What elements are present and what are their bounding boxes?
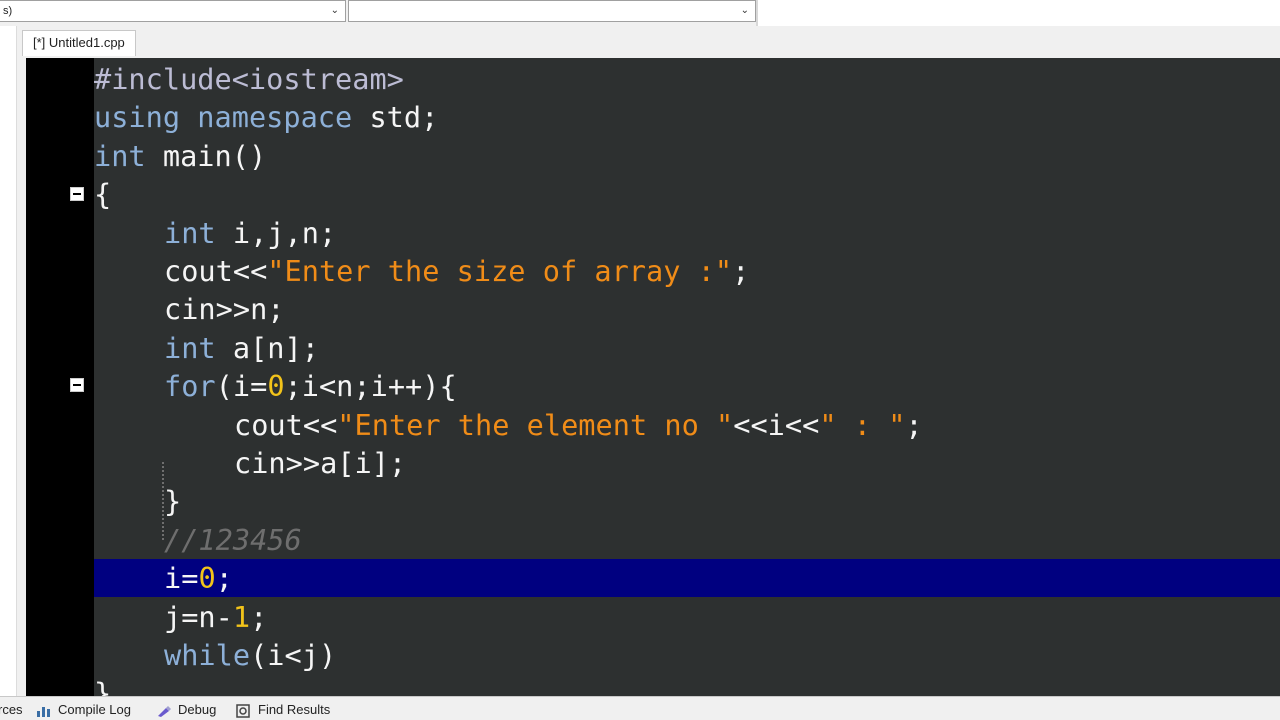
scope-combo[interactable]: s) ⌄ xyxy=(0,0,346,22)
code-token: while xyxy=(164,638,251,672)
code-token: cin>>n; xyxy=(164,292,285,327)
code-line[interactable]: using namespace std; xyxy=(94,98,1280,136)
code-token: int xyxy=(164,215,233,250)
code-line[interactable]: //123456 xyxy=(94,521,1280,559)
code-token: "Enter the size of array :" xyxy=(267,254,733,288)
tab-compile-log-label: Compile Log xyxy=(58,702,131,717)
code-token: namespace xyxy=(197,100,370,135)
code-line[interactable]: } xyxy=(94,674,1280,696)
editor-tabstrip: [*] Untitled1.cpp xyxy=(0,26,1280,720)
tab-compile-log[interactable]: Compile Log xyxy=(36,701,131,719)
scope-combo-value: s) xyxy=(3,5,13,17)
fold-collapse-icon[interactable] xyxy=(70,378,84,392)
code-token: #include<iostream> xyxy=(94,62,404,96)
code-line[interactable]: cin>>a[i]; xyxy=(94,444,1280,482)
code-line-selected[interactable]: i=0; xyxy=(94,559,1280,598)
debug-pencil-icon xyxy=(158,705,171,717)
code-editor[interactable]: #include<iostream> using namespace std; in… xyxy=(26,58,1280,696)
chevron-down-icon[interactable]: ⌄ xyxy=(331,1,339,21)
code-token: (i= xyxy=(215,369,268,404)
find-results-icon xyxy=(236,703,250,718)
code-token: (i<j) xyxy=(250,638,337,672)
code-token: 0 xyxy=(267,369,285,404)
bottom-panel-tabs: rces Compile Log Debug Find Results xyxy=(0,696,1280,720)
code-token: std; xyxy=(369,100,439,135)
code-token: 0 xyxy=(198,561,216,596)
tab-resources[interactable]: rces xyxy=(0,701,23,719)
code-line[interactable]: { xyxy=(94,175,1280,213)
code-token: ; xyxy=(732,254,750,288)
fold-collapse-icon[interactable] xyxy=(70,187,84,201)
code-token: cout<< xyxy=(234,407,338,442)
chevron-down-icon[interactable]: ⌄ xyxy=(741,1,749,21)
code-token: ; xyxy=(905,407,923,442)
code-token: "Enter the element no " xyxy=(337,407,734,442)
tab-find-results-label: Find Results xyxy=(258,702,331,717)
code-area[interactable]: #include<iostream> using namespace std; in… xyxy=(94,58,1280,696)
indent-guide xyxy=(162,462,166,540)
code-token: cout<< xyxy=(164,254,268,288)
code-line[interactable]: for(i=0;i<n;i++){ xyxy=(94,367,1280,405)
toolbar-empty-area xyxy=(758,0,1280,26)
code-token: int xyxy=(94,138,163,173)
code-line[interactable]: cout<<"Enter the element no "<<i<<" : "; xyxy=(94,406,1280,444)
code-token: <<i<< xyxy=(733,407,820,442)
code-token: for xyxy=(164,369,216,404)
code-token: main() xyxy=(162,138,267,173)
code-token: i= xyxy=(164,561,199,596)
code-token: j=n- xyxy=(164,599,233,634)
code-token: ; xyxy=(215,561,233,596)
tab-find-results[interactable]: Find Results xyxy=(236,701,330,719)
toolbar: s) ⌄ ⌄ xyxy=(0,0,1280,26)
code-token: " : " xyxy=(819,407,906,442)
tab-label: [*] Untitled1.cpp xyxy=(33,35,125,50)
code-token: 1 xyxy=(232,599,251,634)
code-token: a[n]; xyxy=(232,330,319,365)
code-token: i,j,n; xyxy=(232,215,337,250)
code-line[interactable]: int i,j,n; xyxy=(94,214,1280,252)
code-token: cin>>a[i]; xyxy=(234,446,407,480)
code-line[interactable]: #include<iostream> xyxy=(94,60,1280,98)
code-line[interactable]: j=n-1; xyxy=(94,598,1280,636)
code-token: int xyxy=(164,330,233,365)
tab-debug-label: Debug xyxy=(178,702,217,717)
code-line[interactable]: while(i<j) xyxy=(94,636,1280,674)
code-line[interactable]: int main() xyxy=(94,137,1280,175)
tab-untitled1[interactable]: [*] Untitled1.cpp xyxy=(22,30,136,56)
code-token: ;i<n;i++){ xyxy=(284,369,457,404)
code-token: using xyxy=(94,100,198,135)
editor-gutter xyxy=(26,58,94,696)
function-combo[interactable]: ⌄ xyxy=(348,0,756,22)
left-panel-edge xyxy=(0,26,17,720)
code-token: { xyxy=(94,177,112,212)
tab-resources-label: rces xyxy=(0,702,23,717)
code-token: ; xyxy=(250,599,268,634)
code-line[interactable]: } xyxy=(94,482,1280,520)
code-line[interactable]: cin>>n; xyxy=(94,290,1280,328)
code-line[interactable]: cout<<"Enter the size of array :"; xyxy=(94,252,1280,290)
code-token: } xyxy=(94,676,112,696)
tab-debug[interactable]: Debug xyxy=(156,701,216,719)
bar-chart-icon xyxy=(37,706,50,717)
code-token: } xyxy=(164,484,182,519)
code-token: //123456 xyxy=(164,522,302,557)
code-line[interactable]: int a[n]; xyxy=(94,329,1280,367)
